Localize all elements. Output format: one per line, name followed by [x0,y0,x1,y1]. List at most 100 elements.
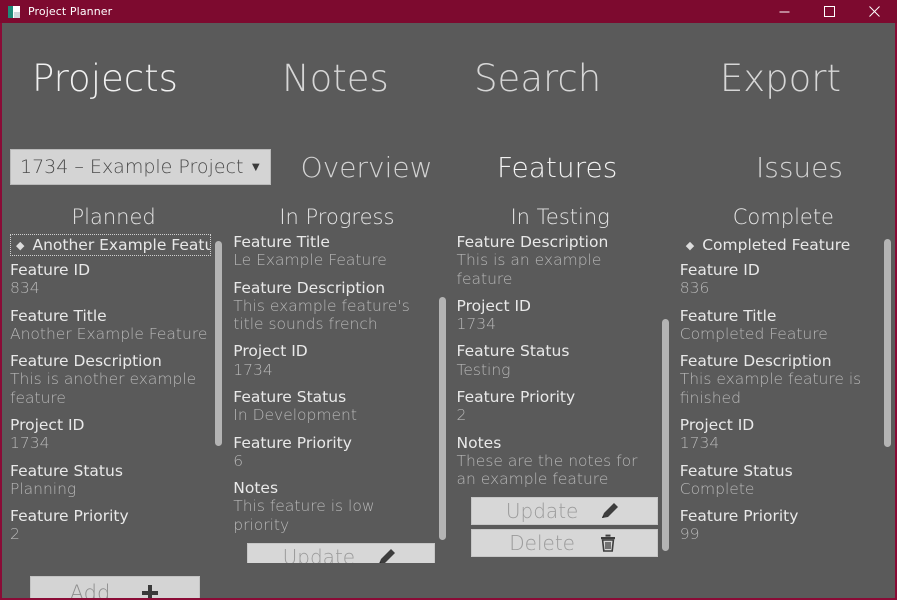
field-label: Feature ID [679,261,760,279]
field-value: This is an example feature [456,251,602,288]
vertical-scrollbar[interactable] [438,297,446,540]
vertical-scrollbar[interactable] [215,241,223,446]
column-header-planned: Planned [71,205,156,229]
field-label: Project ID [10,415,85,434]
tab-issues[interactable]: Issues [652,151,895,184]
feature-board: ◆ Another Example Featur Feature ID 834 Feat… [2,233,895,563]
column-content-in-testing: Feature Description This is an example fe… [449,233,672,563]
field-label: Feature Status [679,461,793,480]
column-header-complete: Complete [732,205,834,229]
field-block: Feature Status Planning [10,462,211,499]
add-button[interactable]: Add [30,576,200,598]
nav-item-export[interactable]: Export [639,57,895,100]
field-block: Project ID 1734 [10,416,211,453]
tab-features[interactable]: Features [462,151,653,184]
project-select-dropdown[interactable]: 1734 – Example Project ▼ [10,149,272,185]
maximize-icon[interactable] [807,0,852,23]
field-label: Feature Description [456,233,609,251]
field-block: Feature Title Completed Feature [680,307,881,344]
pencil-icon [377,547,399,563]
feature-list-item-label: Another Example Featur [32,236,212,254]
nav-item-projects[interactable]: Projects [2,57,234,100]
field-label: Feature ID [10,261,91,279]
field-block: Feature Priority 99 [680,507,881,544]
update-button[interactable]: Update [470,497,658,526]
field-value: 99 [679,525,700,544]
field-value: 836 [679,279,710,298]
plus-icon [140,583,160,598]
field-block: Feature Title Le Example Feature [233,233,434,270]
tab-overview[interactable]: Overview [271,151,462,184]
field-block: Project ID 1734 [233,342,434,379]
field-block: Feature Title Another Example Feature [10,307,211,344]
field-label: Feature Priority [456,387,576,406]
field-label: Feature Title [679,306,777,325]
board-column-planned: ◆ Another Example Featur Feature ID 834 Feat… [2,233,225,563]
update-button[interactable]: Update [247,542,435,563]
field-label: Feature Priority [679,507,799,526]
field-value: Another Example Feature [10,324,208,343]
field-value: This example feature's title sounds fren… [233,296,410,334]
feature-list-item[interactable]: ◆ Completed Feature [680,234,881,256]
vertical-scrollbar[interactable] [884,239,891,447]
field-block: Feature ID 834 [10,261,211,298]
field-value: These are the notes for an example featu… [456,451,638,489]
field-label: Feature Description [233,278,386,297]
minimize-icon[interactable] [762,0,807,23]
board-column-headers: Planned In Progress In Testing Complete [2,201,895,233]
field-label: Notes [233,479,279,498]
field-label: Feature Priority [10,507,129,526]
primary-navigation: Projects Notes Search Export [2,23,895,133]
nav-label-notes: Notes [281,56,389,100]
field-block: Feature Priority 6 [233,434,434,471]
field-value: This example feature is finished [679,370,862,407]
field-label: Project ID [679,415,755,434]
column-content-in-progress: Feature Title Le Example Feature Feature D… [225,233,448,563]
title-bar[interactable]: Project Planner [0,0,897,23]
pencil-icon [600,501,622,521]
field-block: Notes These are the notes for an example … [457,434,658,489]
field-value: Completed Feature [679,324,828,343]
board-column-complete: ◆ Completed Feature Feature ID 836 Feature T… [672,233,895,563]
field-block: Project ID 1734 [680,416,881,453]
field-label: Project ID [456,296,531,315]
field-value: Planning [10,479,77,498]
window-controls [762,0,897,23]
column-header-in-progress: In Progress [279,205,395,229]
trash-icon [597,532,619,554]
delete-button-label: Delete [509,531,575,556]
field-block: Feature Description This example feature … [680,352,881,407]
column-content-planned: ◆ Another Example Featur Feature ID 834 Feat… [2,233,225,563]
nav-label-export: Export [719,56,841,100]
field-label: Feature Title [10,306,107,325]
secondary-navigation: 1734 – Example Project ▼ Overview Featur… [2,133,895,201]
client-area: Projects Notes Search Export 1734 – Exam… [2,23,895,598]
field-block: Feature Priority 2 [10,507,211,544]
update-button-label: Update [505,499,579,524]
delete-button[interactable]: Delete [470,529,658,558]
tab-label-overview: Overview [300,150,433,184]
field-block: Feature Description This is another examp… [10,352,211,407]
field-block: Feature Description This example feature'… [233,279,434,334]
app-window: Project Planner Projects Notes Search Ex… [0,0,897,600]
close-icon[interactable] [852,0,897,23]
field-block: Feature Description This is an example fe… [457,233,658,288]
field-block: Feature Status In Development [233,388,434,425]
field-value: 1734 [233,360,273,379]
update-button-label: Update [282,544,356,563]
field-label: Feature Status [233,387,347,406]
app-logo-icon [8,5,20,18]
field-value: 2 [10,525,20,544]
tab-label-features: Features [496,150,618,184]
field-value: 1734 [679,434,720,453]
vertical-scrollbar[interactable] [661,319,669,551]
nav-item-search[interactable]: Search [437,57,639,100]
field-label: Feature Status [456,342,570,361]
nav-label-projects: Projects [32,56,178,100]
field-value: Le Example Feature [233,251,387,270]
feature-list-item-label: Completed Feature [702,236,851,254]
tab-label-issues: Issues [755,150,843,184]
feature-list-item[interactable]: ◆ Another Example Featur [10,234,212,256]
nav-item-notes[interactable]: Notes [234,57,436,100]
add-button-label: Add [69,581,111,598]
